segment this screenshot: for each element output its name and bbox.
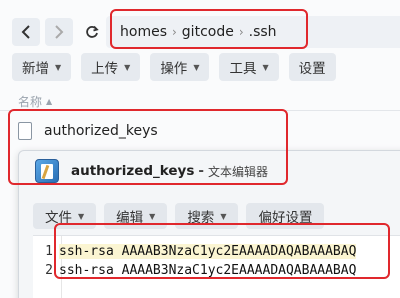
menu-label: 编辑 [116, 210, 144, 226]
file-row[interactable]: authorized_keys [0, 114, 400, 148]
menu-label: 搜索 [187, 210, 215, 226]
sort-ascending-icon: ▲ [46, 97, 53, 106]
button-label: 操作 [160, 61, 188, 77]
settings-button[interactable]: 设置 [288, 53, 336, 81]
code-line[interactable]: 1 ssh-rsa AAAAB3NzaC1yc2EAAAADAQABAAABAQ [33, 241, 357, 261]
line-text[interactable]: ssh-rsa AAAAB3NzaC1yc2EAAAADAQABAAABAQ [59, 263, 356, 278]
tools-button[interactable]: 工具 ▼ [219, 53, 279, 81]
code-editor[interactable]: 1 ssh-rsa AAAAB3NzaC1yc2EAAAADAQABAAABAQ… [33, 235, 400, 298]
column-label: 名称 [18, 95, 43, 109]
upload-button[interactable]: 上传 ▼ [81, 53, 141, 81]
chevron-right-icon [55, 25, 64, 39]
file-icon [18, 122, 32, 140]
menu-label: 偏好设置 [258, 210, 313, 226]
menu-label: 文件 [45, 210, 72, 226]
button-label: 工具 [229, 61, 257, 77]
button-label: 设置 [298, 61, 326, 77]
button-label: 新增 [22, 61, 49, 77]
caret-down-icon: ▼ [262, 62, 269, 72]
editor-file-title: authorized_keys [71, 163, 195, 179]
menu-preferences[interactable]: 偏好设置 [246, 203, 325, 229]
action-button[interactable]: 操作 ▼ [150, 53, 210, 81]
caret-down-icon: ▼ [124, 62, 131, 72]
title-separator: - [198, 163, 204, 179]
menu-file[interactable]: 文件 ▼ [33, 203, 97, 229]
refresh-button[interactable] [80, 18, 104, 46]
text-editor-app-icon [35, 159, 59, 183]
line-number: 1 [45, 243, 53, 259]
toolbar: 新增 ▼ 上传 ▼ 操作 ▼ 工具 ▼ 设置 [12, 53, 336, 81]
chevron-left-icon [21, 25, 30, 39]
breadcrumb-segment[interactable]: .ssh [249, 24, 277, 40]
text-editor-window: authorized_keys - 文本编辑器 文件 ▼ 编辑 ▼ 搜索 ▼ 偏好设置… [18, 150, 400, 298]
editor-menu-bar: 文件 ▼ 编辑 ▼ 搜索 ▼ 偏好设置 [33, 203, 325, 229]
line-number: 2 [45, 262, 53, 278]
path-bar[interactable]: homes › gitcode › .ssh [106, 16, 400, 48]
new-button[interactable]: 新增 ▼ [12, 53, 72, 81]
screen: homes › gitcode › .ssh 新增 ▼ 上传 ▼ 操作 ▼ 工具 ▼ 设… [0, 0, 400, 298]
menu-edit[interactable]: 编辑 ▼ [104, 203, 168, 229]
editor-app-name: 文本编辑器 [208, 164, 269, 179]
code-line[interactable]: 2 ssh-rsa AAAAB3NzaC1yc2EAAAADAQABAAABAQ [33, 260, 356, 280]
divider [0, 110, 400, 111]
editor-titlebar[interactable]: authorized_keys - 文本编辑器 [19, 151, 400, 191]
caret-down-icon: ▼ [78, 211, 85, 221]
caret-down-icon: ▼ [55, 62, 62, 72]
caret-down-icon: ▼ [149, 211, 156, 221]
chevron-right-icon: › [238, 25, 244, 39]
back-button[interactable] [12, 18, 40, 46]
breadcrumb-segment[interactable]: homes [120, 24, 167, 40]
caret-down-icon: ▼ [193, 62, 200, 72]
refresh-icon [86, 25, 99, 38]
forward-button[interactable] [45, 18, 73, 46]
button-label: 上传 [91, 61, 119, 77]
caret-down-icon: ▼ [220, 211, 227, 221]
name-column-header[interactable]: 名称 ▲ [18, 93, 52, 110]
breadcrumb-segment[interactable]: gitcode [182, 24, 234, 40]
line-text[interactable]: ssh-rsa AAAAB3NzaC1yc2EAAAADAQABAAABAQ [59, 243, 357, 259]
file-name: authorized_keys [44, 123, 158, 139]
menu-search[interactable]: 搜索 ▼ [175, 203, 239, 229]
chevron-right-icon: › [171, 25, 177, 39]
